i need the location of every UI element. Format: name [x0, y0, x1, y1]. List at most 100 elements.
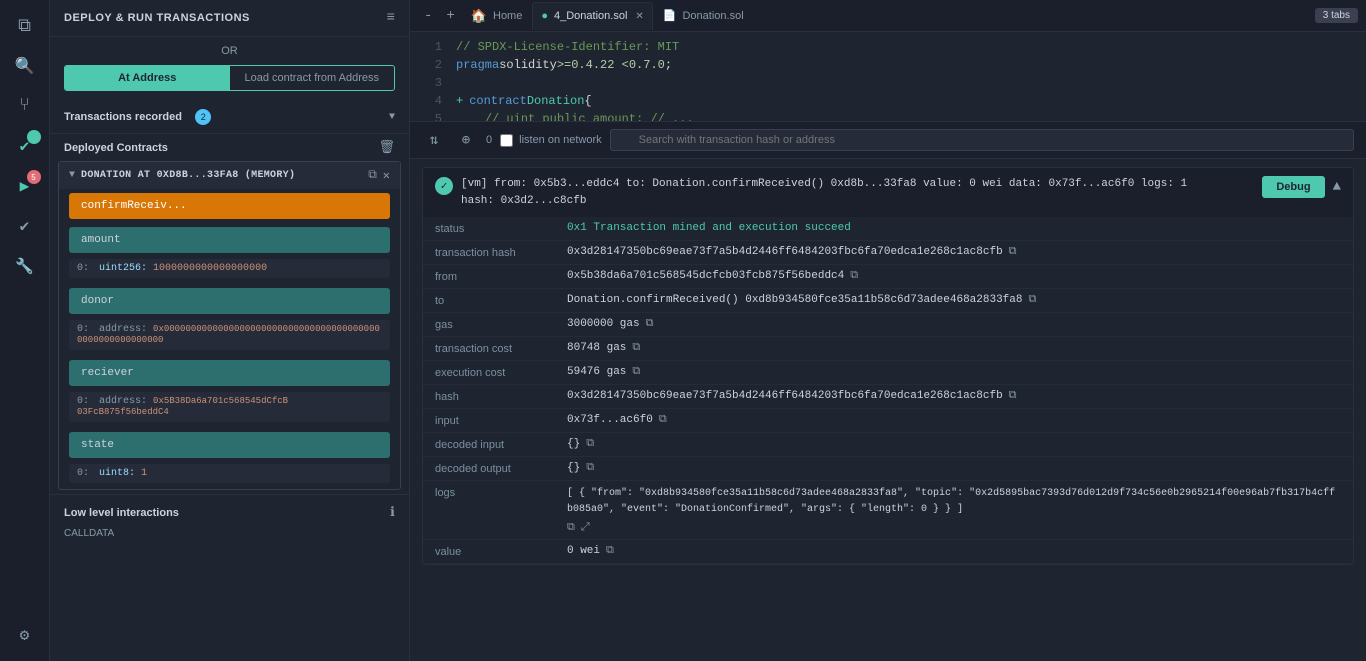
sidebar-icon-files[interactable]: ⧉	[7, 8, 43, 44]
tx-search-input[interactable]	[610, 129, 1354, 151]
zoom-in-btn[interactable]: +	[440, 6, 460, 26]
zoom-out-btn[interactable]: -	[418, 6, 438, 26]
btn-reciever[interactable]: reciever	[69, 360, 390, 386]
sidebar-icon-git[interactable]: ⑂	[7, 88, 43, 124]
copy-to-icon[interactable]: ⧉	[1028, 294, 1036, 306]
deployed-contracts-label: Deployed Contracts	[64, 142, 168, 154]
donation-tab-close-icon[interactable]: ✕	[635, 11, 643, 22]
logs-key: logs	[435, 486, 555, 499]
collapse-tx-icon[interactable]: ▲	[1333, 179, 1341, 195]
decoded-output-val: {} ⧉	[567, 462, 1341, 474]
transactions-arrow-icon: ▼	[389, 112, 395, 123]
value-key: value	[435, 545, 555, 558]
donor-field-type: address:	[99, 324, 153, 335]
tab-at-address[interactable]: At Address	[65, 66, 230, 90]
expand-icon[interactable]: +	[456, 92, 463, 110]
from-key: from	[435, 270, 555, 283]
filter-btn[interactable]: ⊕	[454, 128, 478, 152]
tx-item: ✓ [vm] from: 0x5b3...eddc4 to: Donation.…	[422, 167, 1354, 565]
code-editor: 1 // SPDX-License-Identifier: MIT 2 prag…	[410, 32, 1366, 122]
logs-copy-icon[interactable]: ⧉	[567, 522, 575, 534]
listen-on-network-checkbox[interactable]	[500, 134, 513, 147]
tx-success-icon: ✓	[435, 177, 453, 195]
copy-hash2-icon[interactable]: ⧉	[1009, 390, 1017, 402]
sidebar-icon-search[interactable]: 🔍	[7, 48, 43, 84]
state-field-type: uint8:	[99, 468, 141, 479]
donor-field-index: 0:	[77, 324, 89, 335]
value-val: 0 wei ⧉	[567, 545, 1341, 557]
tx-row-decoded-output: decoded output {} ⧉	[423, 457, 1353, 481]
tx-details: status 0x1 Transaction mined and executi…	[423, 217, 1353, 564]
logs-actions: ⧉ ⤢	[567, 522, 590, 534]
code-line-5: 5 // uint public amount; // ...	[410, 110, 1366, 122]
info-icon[interactable]: ℹ	[390, 505, 395, 520]
code-line-1: 1 // SPDX-License-Identifier: MIT	[410, 38, 1366, 56]
tx-log-area: ⇅ ⊕ 0 listen on network 🔍 ✓ [vm] from: 0…	[410, 122, 1366, 661]
deployed-contracts-header: Deployed Contracts 🗑	[50, 133, 409, 161]
from-val: 0x5b38da6a701c568545dcfcb03fcb875f56bedd…	[567, 270, 1341, 282]
tab-home[interactable]: 🏠 Home	[463, 2, 531, 30]
donation-tab-label: 4_Donation.sol	[554, 10, 627, 22]
btn-confirm-received[interactable]: confirmReceiv...	[69, 193, 390, 219]
trash-icon[interactable]: 🗑	[378, 140, 395, 155]
tx-summary: [vm] from: 0x5b3...eddc4 to: Donation.co…	[461, 176, 1187, 209]
contract-instance-icons: ⧉ ✕	[368, 168, 390, 183]
transactions-count-badge: 2	[195, 109, 211, 125]
tx-row-hash2: hash 0x3d28147350bc69eae73f7a5b4d2446ff6…	[423, 385, 1353, 409]
copy-decoded-output-icon[interactable]: ⧉	[586, 462, 594, 474]
tx-hash-val: 0x3d28147350bc69eae73f7a5b4d2446ff648420…	[567, 246, 1341, 258]
tx-actions: Debug ▲	[1262, 176, 1341, 198]
collapse-all-btn[interactable]: ⇅	[422, 128, 446, 152]
tab-donation-sol[interactable]: 📄 Donation.sol	[655, 2, 752, 30]
to-val: Donation.confirmReceived() 0xd8b934580fc…	[567, 294, 1341, 306]
exec-cost-val: 59476 gas ⧉	[567, 366, 1341, 378]
code-line-3: 3	[410, 74, 1366, 92]
btn-amount[interactable]: amount	[69, 227, 390, 253]
copy-decoded-input-icon[interactable]: ⧉	[586, 438, 594, 450]
state-field-index: 0:	[77, 468, 89, 479]
contract-instance-header[interactable]: ▼ DONATION AT 0XD8B...33FA8 (MEMORY) ⧉ ✕	[59, 162, 400, 189]
gas-val: 3000000 gas ⧉	[567, 318, 1341, 330]
copy-tx-hash-icon[interactable]: ⧉	[1009, 246, 1017, 258]
tx-row-to: to Donation.confirmReceived() 0xd8b93458…	[423, 289, 1353, 313]
close-contract-icon[interactable]: ✕	[383, 168, 390, 183]
reciever-field: 0: address: 0x5B38Da6a701c568545dCfcB03F…	[69, 392, 390, 422]
sidebar-icon-deploy[interactable]: ▶ 5	[7, 168, 43, 204]
sidebar-icon-settings[interactable]: ⚙	[7, 617, 43, 653]
copy-tx-cost-icon[interactable]: ⧉	[632, 342, 640, 354]
copy-exec-cost-icon[interactable]: ⧉	[632, 366, 640, 378]
chevron-down-icon: ▼	[69, 170, 75, 181]
donation2-tab-icon: 📄	[663, 9, 677, 22]
listen-on-network-label[interactable]: listen on network	[500, 134, 602, 147]
copy-contract-icon[interactable]: ⧉	[368, 168, 377, 183]
tab-load-contract[interactable]: Load contract from Address	[230, 66, 395, 90]
copy-gas-icon[interactable]: ⧉	[646, 318, 654, 330]
compile-badge	[27, 130, 41, 144]
tab-4-donation-sol[interactable]: ● 4_Donation.sol ✕	[532, 2, 652, 30]
logs-expand-icon[interactable]: ⤢	[581, 522, 590, 534]
panel-title: DEPLOY & RUN TRANSACTIONS	[64, 12, 250, 24]
or-divider: OR	[50, 37, 409, 65]
copy-from-icon[interactable]: ⧉	[850, 270, 858, 282]
sidebar-icon-tools[interactable]: 🔧	[7, 248, 43, 284]
amount-field-value: 1000000000000000000	[153, 263, 267, 274]
btn-donor[interactable]: donor	[69, 288, 390, 314]
panel-menu-icon[interactable]: ≡	[387, 10, 395, 26]
donation2-tab-label: Donation.sol	[682, 10, 743, 22]
transactions-recorded-section[interactable]: Transactions recorded 2 ▼	[50, 101, 409, 133]
tx-row-from: from 0x5b38da6a701c568545dcfcb03fcb875f5…	[423, 265, 1353, 289]
main-content: - + 🏠 Home ● 4_Donation.sol ✕ 📄 Donation…	[410, 0, 1366, 661]
debug-btn[interactable]: Debug	[1262, 176, 1324, 198]
tabs-count: 3 tabs	[1315, 8, 1358, 23]
copy-input-icon[interactable]: ⧉	[659, 414, 667, 426]
code-line-4: 4 + contract Donation {	[410, 92, 1366, 110]
decoded-input-val: {} ⧉	[567, 438, 1341, 450]
log-count: 0	[486, 134, 492, 146]
btn-state[interactable]: state	[69, 432, 390, 458]
contract-instance-name: DONATION AT 0XD8B...33FA8 (MEMORY)	[81, 170, 295, 181]
sidebar-icon-compile[interactable]: ✔	[7, 128, 43, 164]
tx-item-header: ✓ [vm] from: 0x5b3...eddc4 to: Donation.…	[423, 168, 1353, 217]
tx-row-decoded-input: decoded input {} ⧉	[423, 433, 1353, 457]
sidebar-icon-test[interactable]: ✔	[7, 208, 43, 244]
copy-value-icon[interactable]: ⧉	[606, 545, 614, 557]
